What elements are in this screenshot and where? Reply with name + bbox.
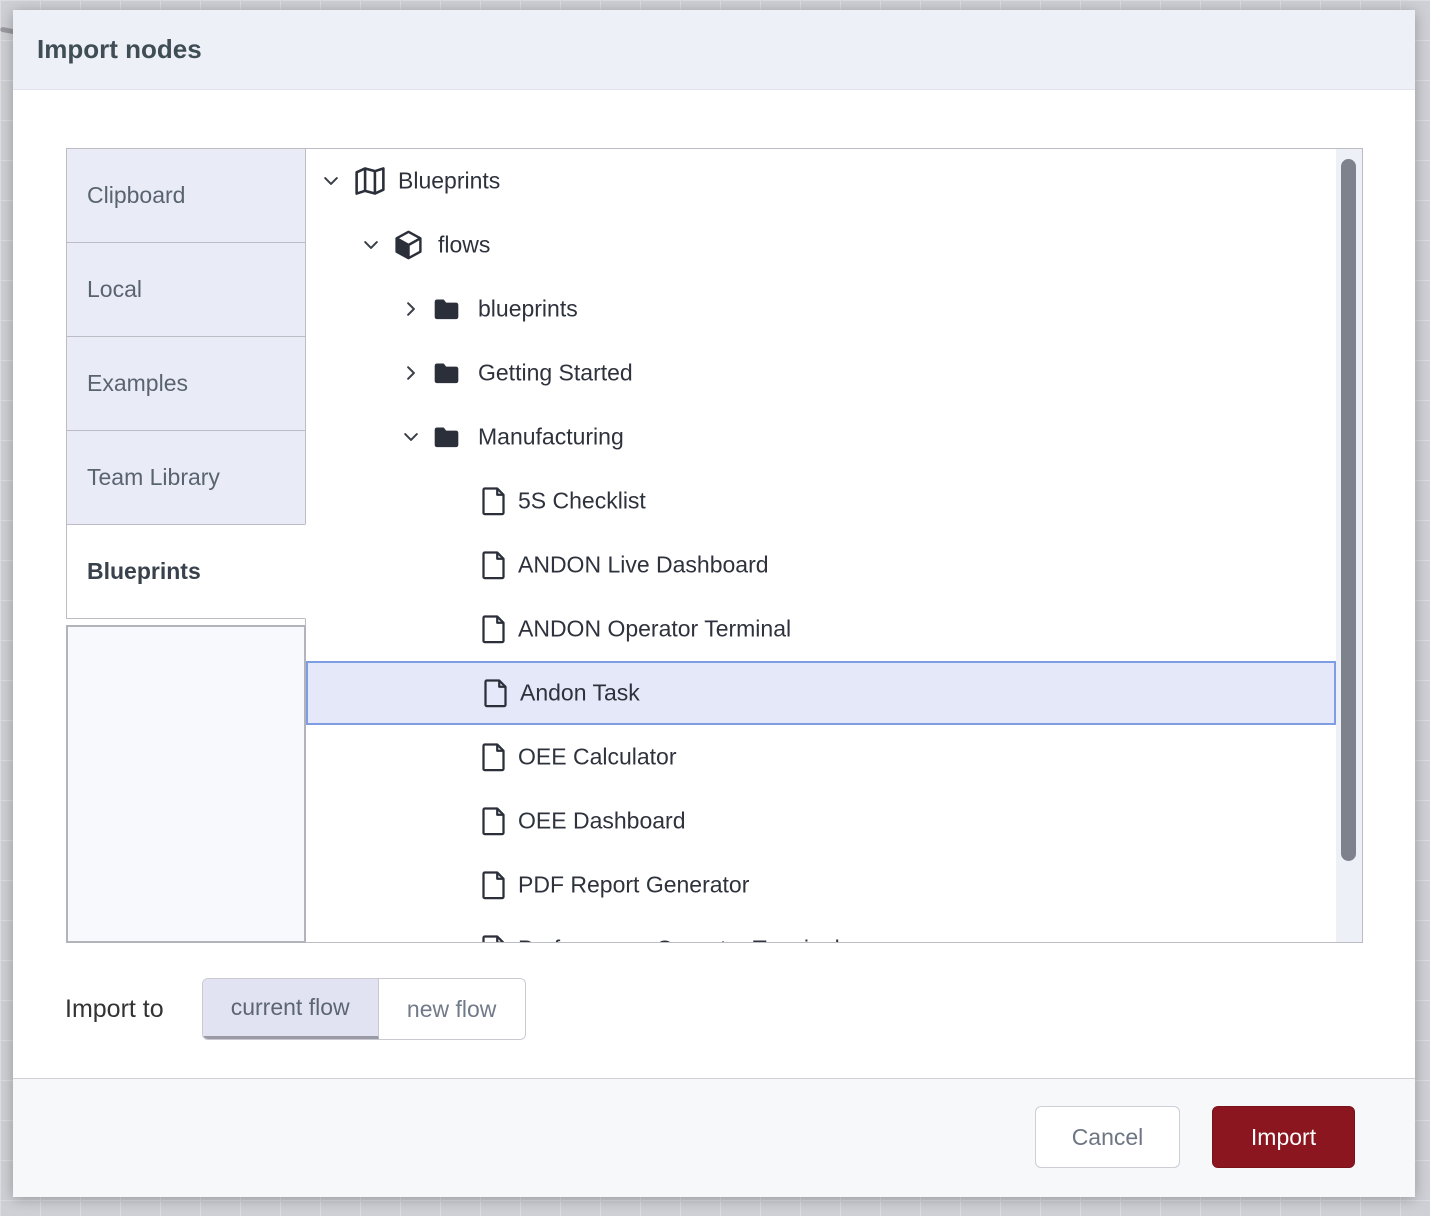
tree-row[interactable]: flows [306, 213, 1336, 277]
tab-examples[interactable]: Examples [66, 336, 306, 431]
file-icon-wrap [481, 486, 506, 516]
tree-row[interactable]: ANDON Operator Terminal [306, 597, 1336, 661]
file-icon [481, 486, 506, 516]
tree-row[interactable]: 5S Checklist [306, 469, 1336, 533]
file-icon [481, 550, 506, 580]
tree-item-label: OEE Calculator [518, 744, 677, 771]
cube-icon [393, 229, 424, 261]
import-destination-toggle: current flownew flow [202, 978, 526, 1040]
toggle-current-flow[interactable]: current flow [203, 979, 379, 1039]
tree-row[interactable]: Getting Started [306, 341, 1336, 405]
tab-label: Local [87, 276, 142, 303]
folder-icon-wrap [433, 425, 460, 449]
chevron-down-icon [361, 235, 381, 255]
tree-item-label: ANDON Operator Terminal [518, 616, 791, 643]
tree-expander[interactable] [319, 169, 343, 193]
library-tab-list: Clipboard Local Examples Team Library Bluepr… [66, 148, 306, 619]
tree-item-label: Andon Task [520, 680, 640, 707]
tree-row[interactable]: Blueprints [306, 149, 1336, 213]
file-icon [481, 806, 506, 836]
tree-row[interactable]: ANDON Live Dashboard [306, 533, 1336, 597]
folder-icon [433, 297, 460, 321]
chevron-down-icon [321, 171, 341, 191]
tree-item-label: flows [438, 232, 490, 259]
file-icon-wrap [481, 614, 506, 644]
file-icon-wrap [483, 678, 508, 708]
tree-item-label: OEE Dashboard [518, 808, 685, 835]
tree-expander[interactable] [359, 233, 383, 257]
file-icon-wrap [481, 550, 506, 580]
file-icon [483, 678, 508, 708]
tab-label: Clipboard [87, 182, 185, 209]
import-nodes-dialog: Import nodes Clipboard Local Examples Team … [13, 10, 1415, 1197]
tree-item-label: Blueprints [398, 168, 500, 195]
toggle-new-flow[interactable]: new flow [379, 979, 525, 1039]
dialog-footer: Cancel Import [13, 1078, 1415, 1197]
import-button[interactable]: Import [1212, 1106, 1355, 1168]
chevron-right-icon [401, 299, 421, 319]
tree-row[interactable]: Performance Operator Terminal [306, 917, 1336, 943]
folder-icon-wrap [433, 361, 460, 385]
scrollbar-thumb[interactable] [1341, 159, 1356, 861]
tab-label: Team Library [87, 464, 220, 491]
tab-clipboard[interactable]: Clipboard [66, 148, 306, 243]
import-to-label: Import to [65, 995, 164, 1024]
tree-row[interactable]: OEE Calculator [306, 725, 1336, 789]
tree-expander[interactable] [399, 297, 423, 321]
map-icon-wrap [353, 166, 387, 196]
tree-row[interactable]: Andon Task [306, 661, 1336, 725]
dialog-title: Import nodes [37, 34, 202, 65]
file-icon [481, 934, 506, 943]
file-icon-wrap [481, 742, 506, 772]
cancel-button[interactable]: Cancel [1035, 1106, 1180, 1168]
file-icon-wrap [481, 806, 506, 836]
tree-item-label: blueprints [478, 296, 578, 323]
tree-row[interactable]: PDF Report Generator [306, 853, 1336, 917]
tree-row[interactable]: OEE Dashboard [306, 789, 1336, 853]
tree-item-label: ANDON Live Dashboard [518, 552, 769, 579]
tab-team-library[interactable]: Team Library [66, 430, 306, 525]
file-icon-wrap [481, 870, 506, 900]
file-icon [481, 742, 506, 772]
cube-icon-wrap [393, 229, 424, 261]
map-icon [353, 166, 387, 196]
folder-icon [433, 361, 460, 385]
tree-item-label: PDF Report Generator [518, 872, 749, 899]
library-tree-panel: Blueprints flows blueprints Getting Star… [305, 148, 1363, 943]
chevron-right-icon [401, 363, 421, 383]
file-icon [481, 614, 506, 644]
dialog-header: Import nodes [13, 10, 1415, 90]
folder-icon [433, 425, 460, 449]
tree-item-label: Manufacturing [478, 424, 624, 451]
tree-row[interactable]: blueprints [306, 277, 1336, 341]
import-destination-row: Import to current flownew flow [65, 978, 526, 1040]
tree-item-label: Performance Operator Terminal [518, 936, 840, 944]
tab-label: Blueprints [87, 558, 201, 585]
tab-blueprints[interactable]: Blueprints [66, 524, 306, 619]
sidebar-filler [66, 625, 306, 943]
tree-item-label: Getting Started [478, 360, 633, 387]
file-icon [481, 870, 506, 900]
tree-row[interactable]: Manufacturing [306, 405, 1336, 469]
tab-label: Examples [87, 370, 188, 397]
file-icon-wrap [481, 934, 506, 943]
tree-expander[interactable] [399, 425, 423, 449]
scrollbar-track[interactable] [1336, 149, 1362, 942]
tab-local[interactable]: Local [66, 242, 306, 337]
tree-expander[interactable] [399, 361, 423, 385]
chevron-down-icon [401, 427, 421, 447]
folder-icon-wrap [433, 297, 460, 321]
tree-item-label: 5S Checklist [518, 488, 646, 515]
